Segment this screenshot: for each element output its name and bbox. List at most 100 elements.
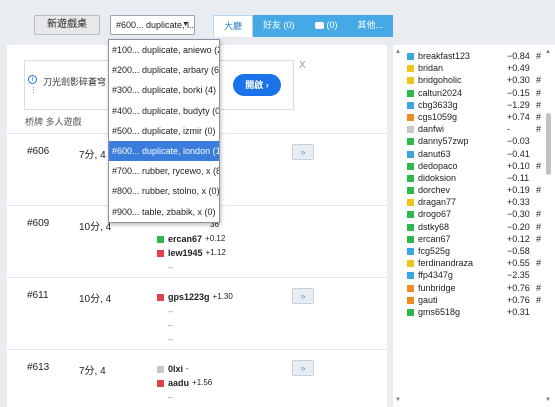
scroll-up-icon[interactable]: ▲ (395, 49, 401, 55)
player-list-item[interactable]: ercan67 +0.12 # (407, 233, 542, 245)
player-name: ercan67 (168, 234, 203, 244)
club-option[interactable]: #100... duplicate, aniewo (249) (109, 40, 219, 60)
player-name: bridan (418, 63, 444, 74)
player-rating: +1.56 (192, 378, 213, 387)
player-list-item[interactable]: ffp4347g −2.35 (407, 269, 542, 281)
new-game-table-button[interactable]: 新遊戲桌 (34, 15, 100, 35)
player-list-scrollbar[interactable]: ▲ ▼ (545, 49, 552, 403)
player-rating: −2.35 (507, 270, 530, 281)
club-option[interactable]: #800... rubber, stolno, x (0) (109, 181, 219, 201)
player-table-marker: # (536, 75, 542, 86)
club-option[interactable]: #500... duplicate, izmir (0) (109, 121, 219, 141)
player-status-icon (407, 260, 414, 268)
player-table-marker: # (536, 99, 542, 110)
player-status-icon (407, 113, 414, 121)
player-name: gms6518g (418, 306, 461, 317)
club-option-selected[interactable]: #600... duplicate, london (126) (109, 140, 219, 162)
player-rating: −0.20 (507, 221, 530, 232)
tab-lobby-label: 大廳 (224, 21, 243, 31)
player-status-icon (157, 235, 164, 243)
table-time: 10分, 4 (79, 294, 112, 305)
player-name: ercan67 (418, 233, 451, 244)
player-rating: +0.76 (507, 282, 530, 293)
player-status-icon (407, 296, 414, 304)
player-entry[interactable]: lew1945 +1.12 (157, 246, 226, 260)
club-select-dropdown[interactable]: #100... duplicate, aniewo (249) #200... … (108, 39, 220, 223)
player-list-item[interactable]: danut63 −0.41 (407, 148, 542, 160)
club-option[interactable]: #300... duplicate, borki (4) (109, 80, 219, 100)
player-status-icon (407, 162, 414, 170)
info-icon[interactable]: i (28, 75, 37, 84)
player-status-icon (407, 138, 414, 146)
club-option[interactable]: #900... table, zbabik, x (0) (109, 202, 219, 222)
player-list-scrollbar-left[interactable]: ▲ ▼ (395, 49, 402, 403)
table-players: gps1223g +1.30 – – – (157, 290, 233, 346)
player-list-item[interactable]: dorchev +0.19 # (407, 184, 542, 196)
scroll-down-icon[interactable]: ▼ (395, 397, 401, 403)
player-list-item[interactable]: funbridge +0.76 # (407, 282, 542, 294)
tab-bar: 大廳 好友 (0) (0) 其他... (213, 15, 394, 37)
ad-close-icon[interactable]: X (299, 60, 306, 71)
player-list-item[interactable]: dedopaco +0.10 # (407, 160, 542, 172)
tab-friends[interactable]: 好友 (0) (253, 15, 305, 37)
scroll-thumb[interactable] (546, 113, 551, 175)
ad-open-button[interactable]: 開啟 › (233, 74, 281, 96)
player-table-marker: # (536, 51, 542, 61)
player-list-item[interactable]: ferdinandraza +0.55 # (407, 257, 542, 269)
player-table-marker: # (536, 233, 542, 244)
player-name: ffp4347g (418, 270, 453, 281)
player-rating: +1.12 (205, 248, 226, 257)
player-name: caltun2024 (418, 87, 463, 98)
player-rating: −0.15 (507, 87, 530, 98)
club-select[interactable]: #600... duplicate, l... ▼ (110, 15, 195, 35)
player-list-item[interactable]: caltun2024 −0.15 # (407, 87, 542, 99)
player-entry[interactable]: ercan67 +0.12 (157, 232, 226, 246)
club-option[interactable]: #400... duplicate, budyty (0) (109, 101, 219, 121)
player-status-icon (407, 308, 414, 316)
scroll-down-icon[interactable]: ▼ (545, 397, 551, 403)
club-option[interactable]: #700... rubber, rycewo, x (83) (109, 161, 219, 181)
player-name: dedopaco (418, 160, 458, 171)
player-rating: +0.12 (507, 233, 530, 244)
tab-lobby[interactable]: 大廳 (213, 15, 254, 37)
player-list-item[interactable]: cbg3633g −1.29 # (407, 99, 542, 111)
tab-messages[interactable]: (0) (304, 15, 348, 37)
table-id: #613 (27, 362, 50, 373)
player-status-icon (407, 174, 414, 182)
player-list-item[interactable]: danny57zwp −0.03 (407, 135, 542, 147)
player-list-item[interactable]: dstky68 −0.20 # (407, 221, 542, 233)
player-name: fcg525g (418, 246, 451, 256)
scroll-up-icon[interactable]: ▲ (545, 49, 551, 55)
empty-seat: – (168, 262, 174, 272)
player-list-item[interactable]: gms6518g +0.31 (407, 306, 542, 318)
player-entry[interactable]: 0lxi - (157, 362, 212, 376)
player-status-icon (407, 89, 414, 97)
player-list-item[interactable]: dragan77 +0.33 (407, 196, 542, 208)
join-table-button[interactable]: » (292, 288, 314, 304)
player-name: danfwi (418, 124, 445, 135)
player-list-item[interactable]: bridgoholic +0.30 # (407, 74, 542, 86)
join-table-button[interactable]: » (292, 360, 314, 376)
player-list-item[interactable]: didoksion −0.11 (407, 172, 542, 184)
player-list-item[interactable]: gauti +0.76 # (407, 294, 542, 306)
tab-messages-label: (0) (326, 20, 338, 30)
player-list-item[interactable]: danfwi - # (407, 123, 542, 135)
player-rating: −0.58 (507, 246, 530, 256)
tab-other[interactable]: 其他... (347, 15, 394, 37)
player-rating: +0.74 (507, 111, 530, 122)
player-list-item[interactable]: breakfast123 −0.84 # (407, 50, 542, 62)
club-option[interactable]: #200... duplicate, arbary (6) (109, 60, 219, 80)
more-dots-icon[interactable]: ⋮ (30, 87, 37, 94)
player-entry[interactable]: gps1223g +1.30 (157, 290, 233, 304)
player-list-item[interactable]: fcg525g −0.58 (407, 245, 542, 257)
player-name: danny57zwp (418, 136, 469, 147)
table-time: 7分, 4 (79, 366, 106, 377)
player-list-item[interactable]: bridan +0.49 (407, 62, 542, 74)
player-entry[interactable]: aadu +1.56 (157, 376, 212, 390)
player-list-item[interactable]: drogo67 −0.30 # (407, 208, 542, 220)
join-table-button[interactable]: » (292, 144, 314, 160)
player-name: dstky68 (418, 221, 450, 232)
player-rating: −0.03 (507, 136, 530, 147)
player-table-marker: # (536, 294, 542, 305)
player-list-item[interactable]: cgs1059g +0.74 # (407, 111, 542, 123)
